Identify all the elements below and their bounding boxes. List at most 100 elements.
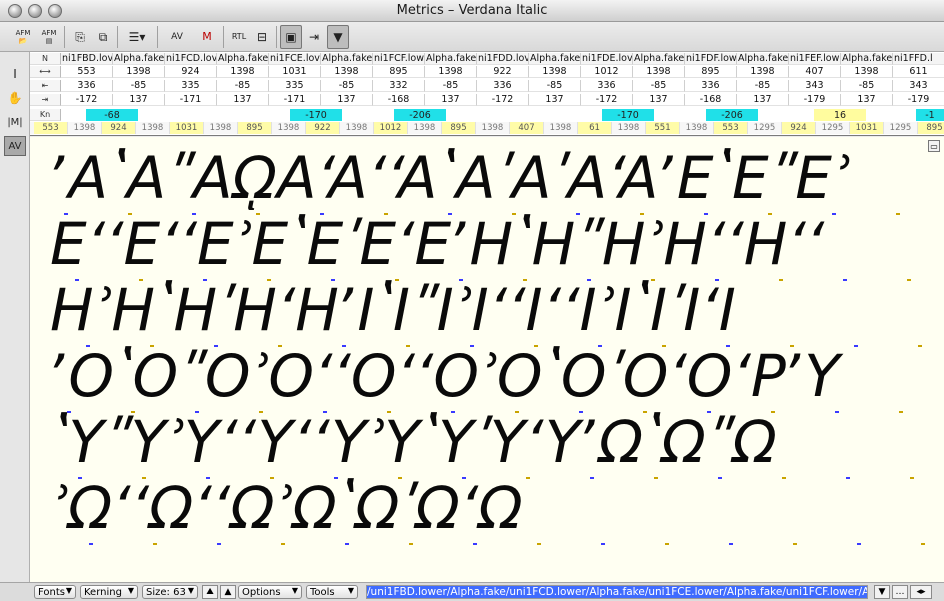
kern-value-box[interactable]: -206 (394, 109, 446, 121)
metrics-headers-cell[interactable]: Alpha.fake (529, 53, 581, 65)
metrics-rsb-cell[interactable]: 137 (633, 94, 685, 106)
metrics-rsb-cell[interactable]: -171 (269, 94, 321, 106)
metrics-advance-cell[interactable]: 611 (893, 66, 944, 78)
metrics-advance-cell[interactable]: 922 (477, 66, 529, 78)
canvas-menu-button[interactable]: ▭ (928, 140, 940, 152)
insert-glyph-button[interactable]: ⎘ (70, 25, 90, 49)
open-file-button[interactable]: ⧉ (93, 25, 113, 49)
outline-view-button[interactable]: ☰▾ (122, 25, 152, 49)
metrics-lsb-cell[interactable]: 336 (685, 80, 737, 92)
metrics-advance-cell[interactable]: 1398 (737, 66, 789, 78)
metrics-lsb-cell[interactable]: 336 (61, 80, 113, 92)
metrics-lsb-cell[interactable]: -85 (841, 80, 893, 92)
metrics-rsb-cell[interactable]: -179 (789, 94, 841, 106)
kern-value-box[interactable]: -206 (706, 109, 758, 121)
small-view-button[interactable]: ⛰ (202, 585, 218, 599)
hand-tool[interactable]: ✋ (4, 88, 26, 108)
metrics-lsb-cell[interactable]: -85 (321, 80, 373, 92)
metrics-rsb-cell[interactable]: -172 (581, 94, 633, 106)
tools-popup[interactable]: Tools ▼ (306, 585, 358, 599)
metrics-advance-cell[interactable]: 1398 (321, 66, 373, 78)
metrics-rsb-cell[interactable]: 137 (841, 94, 893, 106)
metrics-headers-cell[interactable]: Alpha.fake (113, 53, 165, 65)
metrics-rsb-cell[interactable]: 137 (321, 94, 373, 106)
metrics-headers-cell[interactable]: ni1FDE.lov (581, 53, 633, 65)
metrics-advance-cell[interactable]: 1398 (425, 66, 477, 78)
more-button[interactable]: … (892, 585, 908, 599)
metrics-headers-cell[interactable]: Alpha.fake (321, 53, 373, 65)
metrics-headers-cell[interactable]: Alpha.fake (425, 53, 477, 65)
metrics-lsb-cell[interactable]: -85 (633, 80, 685, 92)
metrics-rsb-cell[interactable]: -168 (685, 94, 737, 106)
split-button[interactable]: ◂▸ (910, 585, 932, 599)
kern-value-box[interactable]: -68 (86, 109, 138, 121)
metrics-advance-cell[interactable]: 1398 (633, 66, 685, 78)
metrics-advance-cell[interactable]: 1012 (581, 66, 633, 78)
link-button[interactable]: ⊟ (252, 25, 272, 49)
metrics-lsb-cell[interactable]: 335 (165, 80, 217, 92)
metrics-advance-cell[interactable]: 407 (789, 66, 841, 78)
metrics-headers-cell[interactable]: ni1FBD.lov (61, 53, 113, 65)
metrics-lsb-cell[interactable]: -85 (529, 80, 581, 92)
metrics-headers-cell[interactable]: ni1FCE.lov (269, 53, 321, 65)
metrics-rsb-cell[interactable]: -172 (477, 94, 529, 106)
kerning-popup[interactable]: Kerning ▼ (80, 585, 138, 599)
metrics-rsb-cell[interactable]: 137 (425, 94, 477, 106)
pane-button[interactable]: ⇥ (304, 25, 324, 49)
text-menu-button[interactable]: ▼ (874, 585, 890, 599)
metrics-rsb-cell[interactable]: 137 (529, 94, 581, 106)
metrics-rsb-cell[interactable]: -172 (61, 94, 113, 106)
metrics-rsb-cell[interactable]: -179 (893, 94, 944, 106)
metrics-lsb-cell[interactable]: 332 (373, 80, 425, 92)
metrics-rsb-cell[interactable]: -168 (373, 94, 425, 106)
metrics-advance-cell[interactable]: 553 (61, 66, 113, 78)
glyph-text-input[interactable]: /uni1FBD.lower/Alpha.fake/uni1FCD.lower/… (366, 585, 868, 599)
metrics-advance-cell[interactable]: 1398 (529, 66, 581, 78)
metrics-headers-cell[interactable]: Alpha.fake (841, 53, 893, 65)
large-view-button[interactable]: ▲ (220, 585, 236, 599)
kern-av-button[interactable]: AV (163, 25, 191, 49)
metrics-lsb-cell[interactable]: -85 (737, 80, 789, 92)
glyph-canvas[interactable]: ▭ ʼAʽAʺAῼAʻAʻʻAʽAʹAʹAʻAʼEʽEʺEʾ EʻʻEʻʻEʾEʽ… (30, 137, 944, 582)
rtl-button[interactable]: RTL (228, 25, 250, 49)
size-popup[interactable]: Size: 63 ▼ (142, 585, 198, 599)
show-dropdown-button[interactable]: ▼ (327, 25, 349, 49)
metrics-advance-cell[interactable]: 1398 (841, 66, 893, 78)
open-afm-button[interactable]: AFM 📂 (12, 25, 34, 49)
metrics-advance-cell[interactable]: 1398 (217, 66, 269, 78)
save-afm-button[interactable]: AFM ▤ (38, 25, 60, 49)
metrics-lsb-cell[interactable]: 343 (789, 80, 841, 92)
metrics-rsb-cell[interactable]: 137 (217, 94, 269, 106)
kerning-tool[interactable]: AV (4, 136, 26, 156)
metrics-lsb-cell[interactable]: 343 (893, 80, 944, 92)
metrics-rsb-cell[interactable]: 137 (113, 94, 165, 106)
metrics-lsb-cell[interactable]: -85 (113, 80, 165, 92)
metrics-advance-cell[interactable]: 895 (373, 66, 425, 78)
fonts-popup[interactable]: Fonts ▼ (34, 585, 76, 599)
metrics-lsb-cell[interactable]: -85 (217, 80, 269, 92)
metrics-m-button[interactable]: M (196, 25, 218, 49)
metrics-advance-cell[interactable]: 924 (165, 66, 217, 78)
metrics-headers-cell[interactable]: ni1FFD.l (893, 53, 944, 65)
metrics-headers-cell[interactable]: ni1FDF.low (685, 53, 737, 65)
metrics-tool[interactable]: |M| (4, 112, 26, 132)
metrics-advance-cell[interactable]: 1398 (113, 66, 165, 78)
metrics-lsb-cell[interactable]: 336 (477, 80, 529, 92)
metrics-lsb-cell[interactable]: 336 (581, 80, 633, 92)
metrics-headers-cell[interactable]: ni1FCD.lov (165, 53, 217, 65)
metrics-lsb-cell[interactable]: 335 (269, 80, 321, 92)
metrics-headers-cell[interactable]: ni1FDD.lov (477, 53, 529, 65)
options-popup[interactable]: Options ▼ (238, 585, 302, 599)
metrics-headers-cell[interactable]: ni1FEF.low (789, 53, 841, 65)
metrics-headers-cell[interactable]: Alpha.fake (633, 53, 685, 65)
kern-value-box[interactable]: 16 (814, 109, 866, 121)
kern-value-box[interactable]: -170 (602, 109, 654, 121)
metrics-rsb-cell[interactable]: 137 (737, 94, 789, 106)
metrics-headers-cell[interactable]: Alpha.fake (217, 53, 269, 65)
window-toggle-button[interactable]: ▣ (280, 25, 302, 49)
metrics-rsb-cell[interactable]: -171 (165, 94, 217, 106)
metrics-headers-cell[interactable]: ni1FCF.low (373, 53, 425, 65)
metrics-advance-cell[interactable]: 1031 (269, 66, 321, 78)
metrics-advance-cell[interactable]: 895 (685, 66, 737, 78)
kern-value-box[interactable]: -170 (290, 109, 342, 121)
